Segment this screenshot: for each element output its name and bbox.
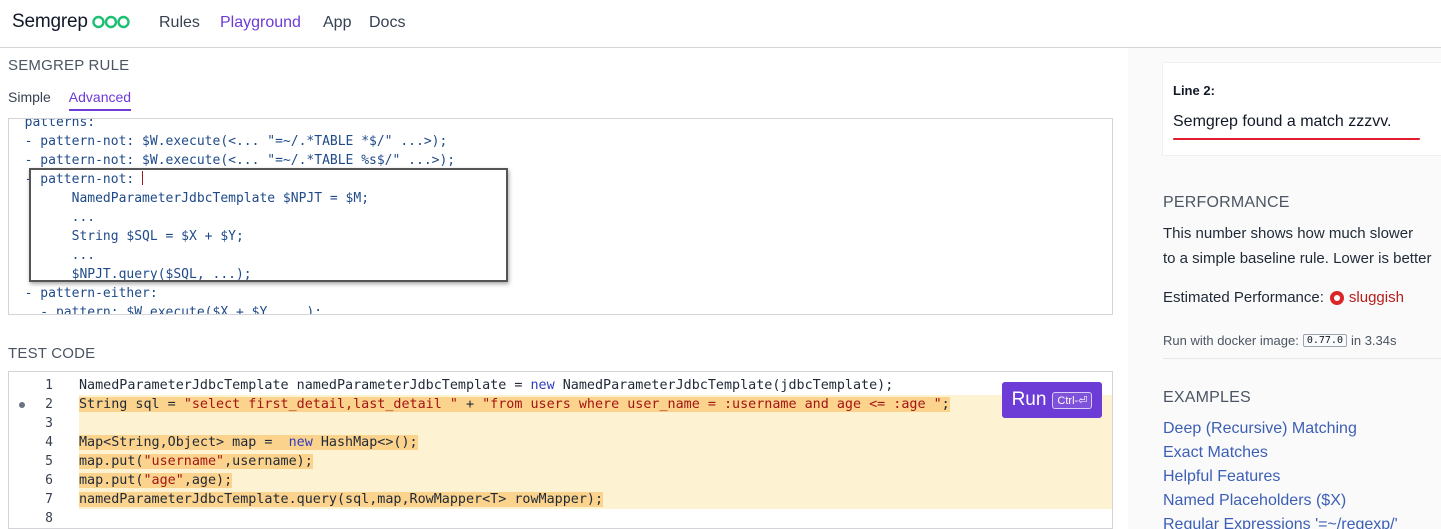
code-line[interactable]: 8: [9, 509, 1112, 528]
estimated-performance-label: Estimated Performance:: [1163, 289, 1324, 306]
code-text[interactable]: namedParameterJdbcTemplate.query(sql,map…: [79, 490, 604, 509]
brand[interactable]: Semgrep: [12, 11, 130, 33]
example-link-named-placeholders[interactable]: Named Placeholders ($X): [1163, 492, 1346, 510]
example-link-deep-matching[interactable]: Deep (Recursive) Matching: [1163, 420, 1357, 438]
estimated-performance: Estimated Performance: sluggish: [1163, 289, 1404, 306]
code-line[interactable]: 6 map.put("age",age);: [9, 471, 1112, 490]
status-dot-icon: [1329, 290, 1344, 305]
rule-line[interactable]: - pattern-not: $W.execute(<... "=~/.*TAB…: [9, 132, 455, 151]
rule-line[interactable]: - pattern-not: $W.execute(<... "=~/.*TAB…: [9, 151, 455, 170]
rule-line[interactable]: NamedParameterJdbcTemplate $NPJT = $M;: [9, 189, 455, 208]
code-line[interactable]: 7 namedParameterJdbcTemplate.query(sql,ma…: [9, 490, 1112, 509]
rule-line[interactable]: String $SQL = $X + $Y;: [9, 227, 455, 246]
performance-desc-line-2: to a simple baseline rule. Lower is bett…: [1163, 250, 1432, 267]
docker-suffix: in 3.34s: [1350, 333, 1397, 348]
run-button[interactable]: Run Ctrl-⏎: [1002, 382, 1102, 418]
run-shortcut-badge: Ctrl-⏎: [1052, 391, 1093, 409]
nav-link-rules[interactable]: Rules: [159, 14, 200, 32]
rule-line[interactable]: - pattern-not:: [9, 170, 455, 189]
performance-desc-line-1: This number shows how much slower: [1163, 225, 1414, 242]
performance-title: PERFORMANCE: [1163, 194, 1290, 211]
code-line[interactable]: 2 String sql = "select first_detail,last_…: [9, 395, 1112, 414]
example-link-exact-matches[interactable]: Exact Matches: [1163, 444, 1268, 462]
line-number: 6: [45, 473, 53, 488]
match-result-card[interactable]: Line 2: Semgrep found a match zzzvv.: [1163, 63, 1441, 155]
top-navbar: Semgrep Rules Playground App Docs: [0, 0, 1441, 48]
brand-name: Semgrep: [12, 11, 88, 32]
match-highlight-bg: [79, 471, 1112, 490]
gutter-dot-icon: [19, 402, 25, 408]
line-number: 7: [45, 492, 53, 507]
code-text[interactable]: String sql = "select first_detail,last_d…: [79, 395, 950, 414]
test-code-lines[interactable]: 1 NamedParameterJdbcTemplate namedParamet…: [9, 376, 1112, 528]
run-button-label: Run: [1011, 389, 1047, 410]
docker-run-info: Run with docker image: 0.77.0 in 3.34s: [1163, 333, 1397, 348]
code-line[interactable]: 1 NamedParameterJdbcTemplate namedParamet…: [9, 376, 1112, 395]
line-number: 1: [45, 378, 53, 393]
match-underline: [1173, 138, 1420, 140]
text-cursor: [142, 171, 144, 185]
divider: [1163, 358, 1441, 359]
nav-link-docs[interactable]: Docs: [369, 14, 405, 32]
tab-simple[interactable]: Simple: [8, 89, 51, 111]
line-number: 3: [45, 416, 53, 431]
rule-line[interactable]: $NPJT.query($SQL, ...);: [9, 265, 455, 284]
performance-status: sluggish: [1329, 289, 1404, 306]
code-line[interactable]: 5 map.put("username",username);: [9, 452, 1112, 471]
example-link-regular-expressions[interactable]: Regular Expressions '=~/regexp/': [1163, 516, 1398, 529]
code-text[interactable]: Map<String,Object> map = new HashMap<>()…: [79, 433, 418, 452]
rule-line[interactable]: ...: [9, 208, 455, 227]
line-number: 8: [45, 511, 53, 526]
example-link-helpful-features[interactable]: Helpful Features: [1163, 468, 1280, 486]
match-highlight-bg: [79, 414, 1112, 433]
test-code-title: TEST CODE: [8, 345, 96, 362]
examples-title: EXAMPLES: [1163, 389, 1251, 406]
match-line-title: Line 2:: [1173, 83, 1215, 98]
line-number: 4: [45, 435, 53, 450]
docker-version-badge: 0.77.0: [1302, 334, 1347, 347]
test-code-editor[interactable]: 1 NamedParameterJdbcTemplate namedParamet…: [8, 371, 1113, 529]
rule-editor[interactable]: patterns: - pattern-not: $W.execute(<...…: [8, 118, 1113, 315]
code-text[interactable]: map.put("age",age);: [79, 471, 233, 490]
nav-link-playground[interactable]: Playground: [220, 14, 301, 32]
rule-line[interactable]: ...: [9, 246, 455, 265]
rule-code[interactable]: patterns: - pattern-not: $W.execute(<...…: [9, 119, 455, 314]
line-number: 5: [45, 454, 53, 469]
line-number: 2: [45, 397, 53, 412]
code-text[interactable]: map.put("username",username);: [79, 452, 313, 471]
nav-link-app[interactable]: App: [323, 14, 351, 32]
code-text[interactable]: NamedParameterJdbcTemplate namedParamete…: [79, 376, 893, 395]
rule-line[interactable]: - pattern: $W.execute($X + $Y, ...);: [9, 303, 455, 314]
semgrep-rule-title: SEMGREP RULE: [8, 57, 130, 74]
rule-mode-tabs: Simple Advanced: [8, 89, 149, 111]
performance-status-value: sluggish: [1348, 289, 1404, 306]
tab-advanced[interactable]: Advanced: [68, 89, 132, 111]
code-line[interactable]: 3: [9, 414, 1112, 433]
code-line[interactable]: 4 Map<String,Object> map = new HashMap<>(…: [9, 433, 1112, 452]
semgrep-logo-icon: [92, 14, 130, 30]
rule-line[interactable]: - pattern-either:: [9, 284, 455, 303]
match-message: Semgrep found a match zzzvv.: [1173, 113, 1392, 130]
docker-prefix: Run with docker image:: [1163, 333, 1299, 348]
rule-line[interactable]: patterns:: [9, 119, 455, 132]
